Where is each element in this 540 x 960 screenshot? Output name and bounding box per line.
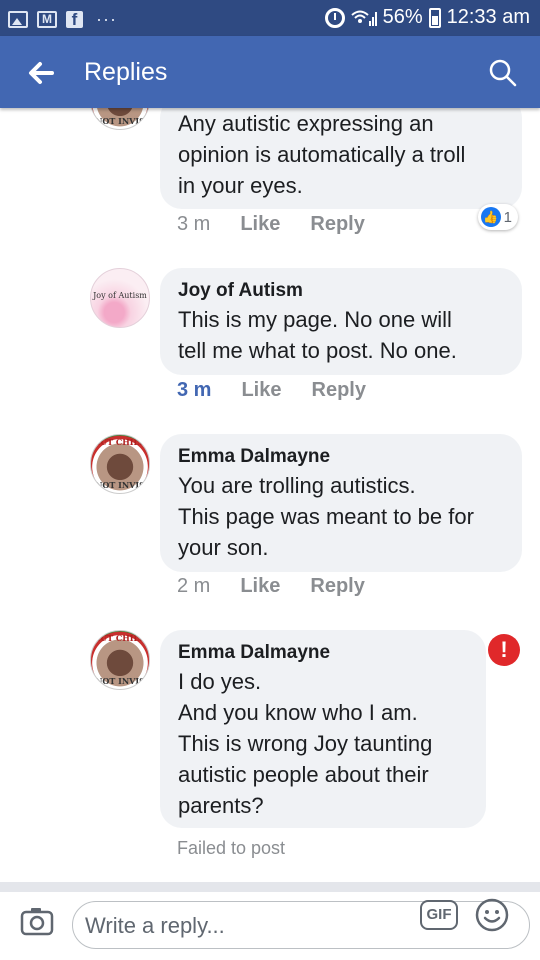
facebook-icon: f (66, 11, 83, 29)
comment-author[interactable]: Emma Dalmayne (178, 640, 468, 666)
comment-author[interactable]: Emma Dalmayne (178, 444, 504, 470)
search-icon[interactable] (488, 58, 518, 88)
back-arrow-icon[interactable] (24, 56, 58, 90)
emoji-icon[interactable] (474, 897, 510, 933)
avatar-label: Joy of Autism (93, 291, 147, 300)
comment-bubble[interactable]: Emma Dalmayne You are trolling autistics… (160, 434, 522, 572)
comment-actions: 3 m Like Reply (177, 213, 365, 236)
comment-bubble[interactable]: Emma Dalmayne I do yes. And you know who… (160, 630, 486, 828)
replies-list[interactable]: NOT INVIS Any autistic expressing an opi… (0, 108, 540, 882)
comment-text: Any autistic expressing an opinion is au… (178, 111, 466, 198)
reaction-count[interactable]: 👍 1 (477, 204, 518, 230)
reaction-number: 1 (503, 208, 512, 226)
status-bar: M f ··· 56% 12:33 am (0, 0, 540, 36)
comment-time: 3 m (177, 213, 211, 235)
app-bar: Replies (0, 36, 540, 108)
comment-author[interactable]: Joy of Autism (178, 278, 504, 304)
gmail-icon: M (37, 11, 57, 28)
battery-icon (428, 7, 441, 28)
more-icon: ··· (96, 9, 117, 29)
comment-actions: 3 m Like Reply (177, 379, 366, 402)
avatar-badge: NOT INVIS (95, 676, 145, 686)
avatar[interactable]: AUT CHILD NOT INVIS (90, 630, 150, 690)
divider (0, 882, 540, 892)
thumbs-up-icon: 👍 (480, 207, 501, 227)
comment-time: 2 m (177, 575, 211, 597)
clock: 12:33 am (446, 6, 530, 28)
like-button[interactable]: Like (241, 379, 281, 402)
comment-text: You are trolling autistics. This page wa… (178, 473, 474, 560)
page-title: Replies (84, 58, 168, 86)
avatar-badge: NOT INVIS (95, 480, 145, 490)
comment-bubble[interactable]: Joy of Autism This is my page. No one wi… (160, 268, 522, 375)
like-button[interactable]: Like (240, 213, 280, 236)
reply-button[interactable]: Reply (310, 213, 364, 236)
wifi-signal-icon (350, 9, 377, 27)
gif-button[interactable]: GIF (420, 900, 458, 930)
reply-button[interactable]: Reply (312, 379, 366, 402)
alarm-icon (324, 7, 345, 28)
reply-placeholder: Write a reply... (85, 913, 225, 938)
avatar[interactable]: NOT INVIS (90, 108, 150, 130)
reply-button[interactable]: Reply (310, 575, 364, 598)
system-indicators: 56% 12:33 am (324, 6, 530, 29)
reply-input[interactable]: Write a reply... (72, 901, 530, 949)
avatar-badge: NOT INVIS (95, 116, 145, 126)
comment-actions: 2 m Like Reply (177, 575, 365, 598)
comment-text: This is my page. No one will tell me wha… (178, 307, 457, 363)
like-button[interactable]: Like (240, 575, 280, 598)
avatar[interactable]: Joy of Autism (90, 268, 150, 328)
failed-to-post-label[interactable]: Failed to post (177, 838, 285, 859)
avatar[interactable]: AUT CHILD NOT INVIS (90, 434, 150, 494)
comment-text: I do yes. And you know who I am. This is… (178, 669, 433, 818)
notification-icons: M f ··· (8, 9, 117, 30)
camera-icon[interactable] (20, 906, 54, 936)
comment-time: 3 m (177, 379, 212, 401)
gallery-icon (8, 11, 28, 28)
battery-percent: 56% (382, 6, 423, 28)
avatar-badge: AUT CHILD (93, 437, 147, 447)
error-icon[interactable]: ! (488, 634, 520, 666)
comment-bubble[interactable]: Any autistic expressing an opinion is au… (160, 108, 522, 209)
reply-composer: Write a reply... GIF (0, 892, 540, 960)
avatar-badge: AUT CHILD (93, 633, 147, 643)
